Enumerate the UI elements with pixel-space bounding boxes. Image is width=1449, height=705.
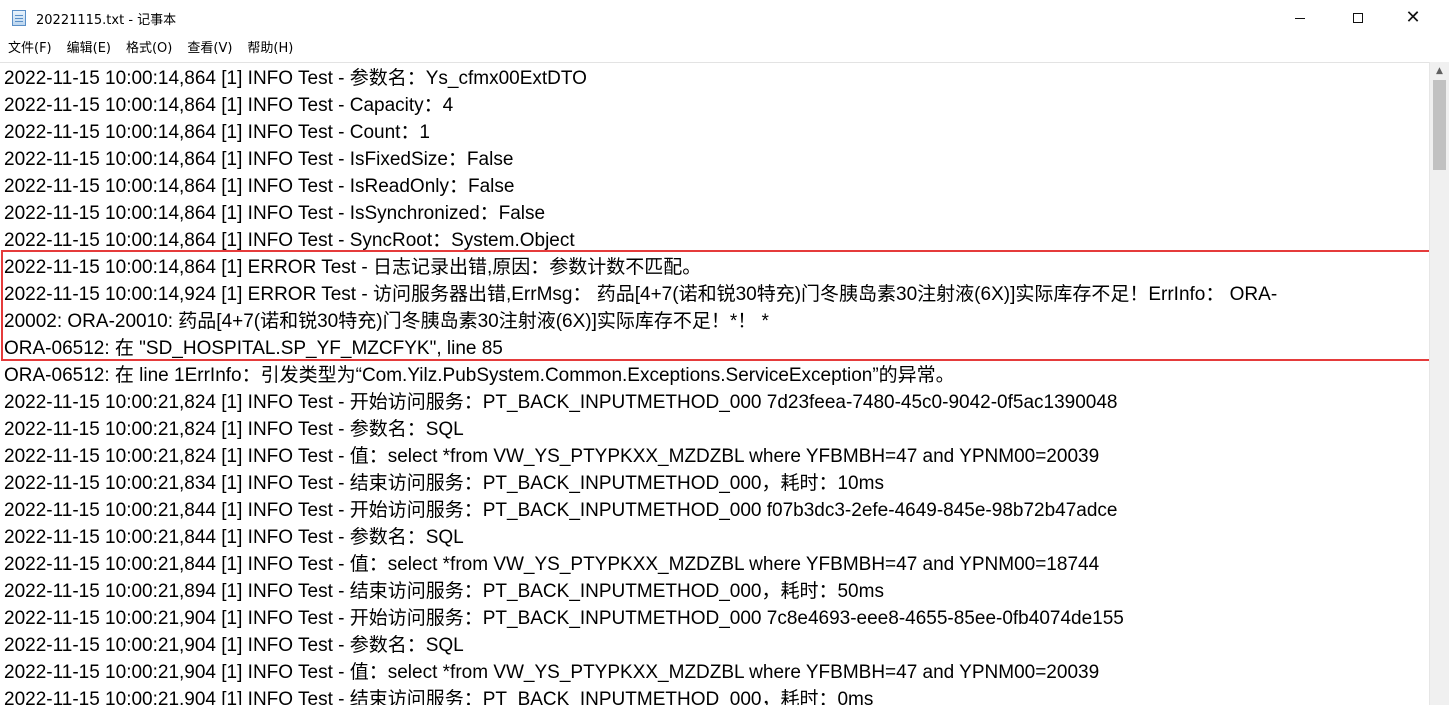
text-line: 2022-11-15 10:00:21,894 [1] INFO Test - …	[4, 581, 884, 602]
text-line: ORA-06512: 在 line 1ErrInfo：引发类型为“Com.Yil…	[4, 365, 955, 386]
text-line: 2022-11-15 10:00:14,864 [1] INFO Test - …	[4, 122, 430, 143]
window-title: 20221115.txt - 记事本	[36, 13, 177, 28]
text-line: ORA-06512: 在 "SD_HOSPITAL.SP_YF_MZCFYK",…	[4, 338, 503, 359]
minimize-icon	[1295, 17, 1305, 19]
text-line: 2022-11-15 10:00:21,904 [1] INFO Test - …	[4, 608, 1124, 629]
title-bar: 20221115.txt - 记事本 ✕	[0, 0, 1449, 36]
menu-file[interactable]: 文件(F)	[0, 36, 59, 62]
text-line: 2022-11-15 10:00:21,844 [1] INFO Test - …	[4, 500, 1118, 521]
text-line: 2022-11-15 10:00:21,844 [1] INFO Test - …	[4, 527, 464, 548]
menu-help[interactable]: 帮助(H)	[239, 36, 300, 62]
text-line: 2022-11-15 10:00:14,864 [1] INFO Test - …	[4, 176, 515, 197]
scroll-thumb[interactable]	[1433, 80, 1446, 170]
text-line: 2022-11-15 10:00:21,904 [1] INFO Test - …	[4, 635, 464, 656]
text-line: 2022-11-15 10:00:14,864 [1] INFO Test - …	[4, 230, 575, 251]
close-button[interactable]: ✕	[1386, 0, 1440, 36]
scroll-up-arrow-icon[interactable]: ▲	[1430, 62, 1449, 79]
text-line: 2022-11-15 10:00:21,904 [1] INFO Test - …	[4, 662, 1100, 683]
text-content: 2022-11-15 10:00:14,864 [1] INFO Test - …	[4, 65, 1424, 705]
text-line: 20002: ORA-20010: 药品[4+7(诺和锐30特充)门冬胰岛素30…	[4, 311, 769, 332]
text-line: 2022-11-15 10:00:21,904 [1] INFO Test - …	[4, 689, 874, 705]
text-line: 2022-11-15 10:00:21,824 [1] INFO Test - …	[4, 392, 1118, 413]
vertical-scrollbar[interactable]: ▲	[1429, 62, 1449, 705]
text-line: 2022-11-15 10:00:21,824 [1] INFO Test - …	[4, 446, 1100, 467]
menu-format[interactable]: 格式(O)	[118, 36, 179, 62]
text-line: 2022-11-15 10:00:14,864 [1] INFO Test - …	[4, 68, 587, 89]
text-editor[interactable]: 2022-11-15 10:00:14,864 [1] INFO Test - …	[0, 62, 1429, 705]
menu-edit[interactable]: 编辑(E)	[59, 36, 118, 62]
text-line: 2022-11-15 10:00:14,924 [1] ERROR Test -…	[4, 284, 1278, 305]
notepad-icon	[12, 10, 26, 26]
menu-view[interactable]: 查看(V)	[179, 36, 239, 62]
maximize-button[interactable]	[1331, 0, 1385, 36]
text-line: 2022-11-15 10:00:21,824 [1] INFO Test - …	[4, 419, 464, 440]
menu-bar: 文件(F) 编辑(E) 格式(O) 查看(V) 帮助(H)	[0, 36, 1449, 62]
text-line: 2022-11-15 10:00:21,844 [1] INFO Test - …	[4, 554, 1100, 575]
minimize-button[interactable]	[1273, 0, 1327, 36]
maximize-icon	[1353, 13, 1363, 23]
text-line: 2022-11-15 10:00:14,864 [1] INFO Test - …	[4, 203, 546, 224]
text-line: 2022-11-15 10:00:14,864 [1] INFO Test - …	[4, 149, 514, 170]
text-line: 2022-11-15 10:00:14,864 [1] INFO Test - …	[4, 95, 454, 116]
close-icon: ✕	[1405, 7, 1421, 28]
text-line: 2022-11-15 10:00:21,834 [1] INFO Test - …	[4, 473, 884, 494]
text-line: 2022-11-15 10:00:14,864 [1] ERROR Test -…	[4, 257, 702, 278]
